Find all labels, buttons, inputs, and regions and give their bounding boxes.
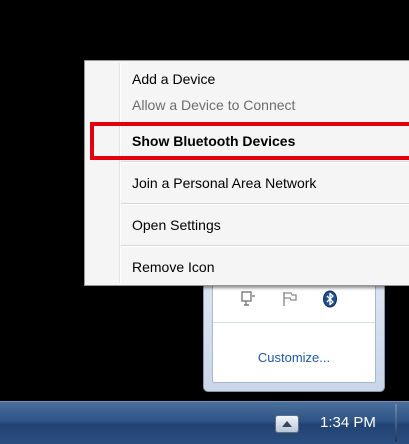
chevron-up-icon (282, 421, 292, 427)
menu-item-allow-device-connect: Allow a Device to Connect (132, 97, 296, 113)
flag-icon[interactable] (281, 290, 299, 308)
taskbar: 1:34 PM (0, 401, 409, 444)
notification-overflow-panel: Customize... (203, 268, 385, 392)
bluetooth-context-menu: Add a Device Allow a Device to Connect S… (84, 60, 409, 286)
network-plug-icon[interactable] (240, 290, 258, 308)
taskbar-clock[interactable]: 1:34 PM (320, 414, 376, 431)
menu-item-remove-icon[interactable]: Remove Icon (132, 259, 214, 275)
menu-separator (121, 245, 409, 247)
menu-item-join-pan[interactable]: Join a Personal Area Network (132, 175, 316, 191)
customize-link[interactable]: Customize... (213, 350, 375, 365)
menu-item-show-bluetooth-devices[interactable]: Show Bluetooth Devices (132, 133, 295, 149)
tray-divider (213, 322, 375, 323)
menu-separator (121, 203, 409, 205)
notification-overflow-content: Customize... (212, 275, 376, 383)
bluetooth-icon[interactable] (321, 290, 339, 308)
menu-item-open-settings[interactable]: Open Settings (132, 217, 221, 233)
show-desktop-divider (395, 404, 397, 442)
desktop: Customize... Add a Device Allow a Device… (0, 0, 409, 444)
show-hidden-icons-button[interactable] (275, 415, 299, 433)
menu-item-add-device[interactable]: Add a Device (132, 71, 215, 87)
tray-icon-row (225, 290, 375, 310)
menu-separator (121, 161, 409, 163)
menu-icon-gutter (119, 63, 121, 283)
